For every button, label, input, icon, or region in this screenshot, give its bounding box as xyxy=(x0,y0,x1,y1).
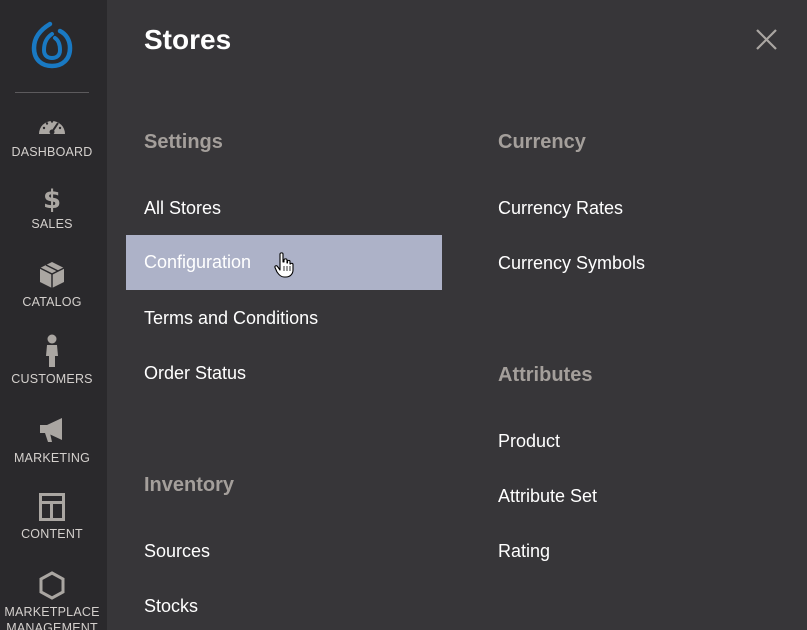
sidebar-item-label: SALES xyxy=(31,217,73,231)
sidebar-item-label: DASHBOARD xyxy=(11,145,93,159)
inventory-heading: Inventory xyxy=(144,474,235,496)
box-icon xyxy=(36,260,68,292)
sidebar-item-label: MANAGEMENT xyxy=(6,621,98,630)
sidebar-item-content[interactable]: CONTENT xyxy=(0,492,107,564)
close-icon xyxy=(756,29,777,50)
close-button[interactable] xyxy=(752,25,780,53)
layout-icon xyxy=(36,492,68,524)
menu-link-stocks[interactable]: Stocks xyxy=(144,594,198,618)
logo-divider xyxy=(15,92,89,93)
person-icon xyxy=(36,334,68,367)
sidebar-item-marketing[interactable]: MARKETING xyxy=(0,414,107,486)
menu-link-currency-symbols[interactable]: Currency Symbols xyxy=(498,251,645,275)
settings-heading: Settings xyxy=(144,131,223,153)
sidebar-item-marketplace-management[interactable]: MARKETPLACE MANAGEMENT xyxy=(0,570,107,630)
sidebar-item-label: CONTENT xyxy=(21,527,83,541)
sidebar-item-label: MARKETPLACE xyxy=(4,605,100,619)
sidebar-item-label: MARKETING xyxy=(13,451,91,465)
logo-icon[interactable] xyxy=(28,20,76,72)
hexagon-icon xyxy=(36,570,68,602)
menu-link-sources[interactable]: Sources xyxy=(144,539,210,563)
panel-title: Stores xyxy=(144,24,232,55)
attributes-heading: Attributes xyxy=(498,364,593,386)
sidebar-item-label: CATALOG xyxy=(22,295,82,309)
menu-link-rating[interactable]: Rating xyxy=(498,539,550,563)
menu-link-order-status[interactable]: Order Status xyxy=(144,361,246,385)
megaphone-icon xyxy=(36,414,68,446)
menu-link-product[interactable]: Product xyxy=(498,429,560,453)
dashboard-gauge-icon xyxy=(36,110,68,142)
sidebar-item-customers[interactable]: CUSTOMERS xyxy=(0,334,107,406)
currency-heading: Currency xyxy=(498,131,586,153)
sidebar-item-catalog[interactable]: CATALOG xyxy=(0,260,107,332)
dollar-icon: $ xyxy=(36,182,68,215)
menu-link-attribute-set[interactable]: Attribute Set xyxy=(498,484,597,508)
svg-text:$: $ xyxy=(43,185,61,214)
admin-sidebar: DASHBOARD $ SALES CATALOG CUSTOMERS MARK… xyxy=(0,0,107,630)
menu-link-label: Configuration xyxy=(144,252,252,272)
menu-link-all-stores[interactable]: All Stores xyxy=(144,196,221,220)
sidebar-item-dashboard[interactable]: DASHBOARD xyxy=(0,110,107,182)
menu-link-currency-rates[interactable]: Currency Rates xyxy=(498,196,623,220)
menu-link-terms-and-conditions[interactable]: Terms and Conditions xyxy=(144,306,318,330)
sidebar-item-sales[interactable]: $ SALES xyxy=(0,182,107,254)
hand-cursor-icon xyxy=(274,252,294,278)
sidebar-item-label: CUSTOMERS xyxy=(11,372,93,386)
